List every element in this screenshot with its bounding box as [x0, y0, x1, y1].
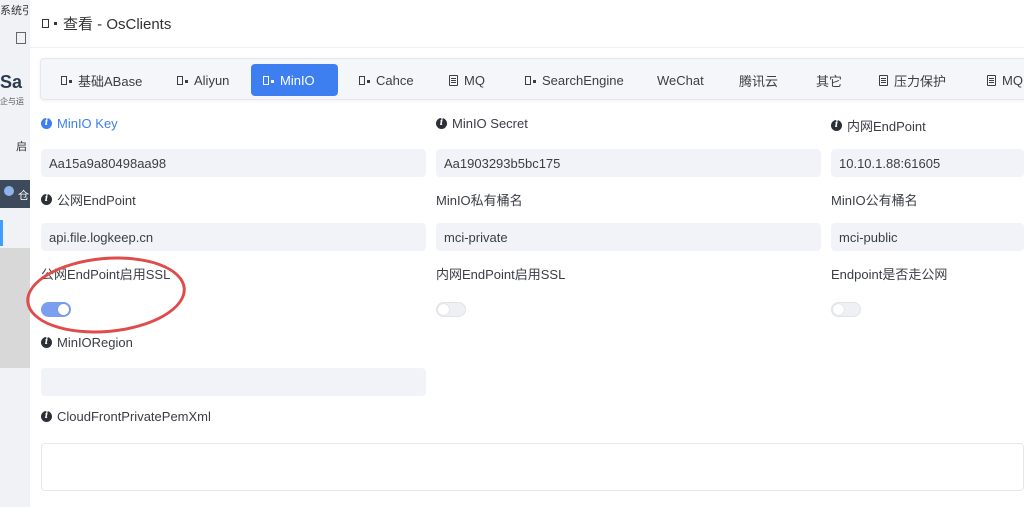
internal-ssl-label: 内网EndPoint启用SSL: [436, 267, 566, 282]
tab-cahce[interactable]: Cahce: [359, 64, 414, 96]
dot-icon: [185, 79, 188, 83]
minio-secret-field[interactable]: Aa1903293b5bc175: [436, 149, 821, 177]
tab-tencent-cloud[interactable]: 腾讯云: [739, 64, 778, 96]
tab-label: SearchEngine: [542, 72, 624, 88]
doc-icon: [61, 75, 67, 85]
cloudfront-pem-textarea[interactable]: [41, 443, 1024, 491]
dialog-title: 查看 - OsClients: [63, 16, 172, 33]
info-icon: i: [41, 118, 52, 129]
doc-icon: [177, 75, 183, 85]
tab-label: 腾讯云: [739, 73, 779, 89]
background-app: 系统引 Sa 企与运 启 仓: [0, 0, 30, 507]
tab-pressure-protection[interactable]: 压力保护: [879, 64, 946, 96]
label-text: CloudFrontPrivatePemXml: [57, 409, 211, 424]
tab-minio[interactable]: MinIO: [251, 64, 338, 96]
tab-label: 基础ABase: [78, 73, 143, 89]
document-icon: [42, 19, 49, 28]
page-icon: [879, 74, 888, 86]
page-icon: [449, 74, 458, 86]
tab-mq[interactable]: MQ: [449, 64, 485, 96]
info-icon: i: [41, 411, 52, 422]
internal-endpoint-label: i 内网EndPoint: [831, 116, 926, 135]
dot-icon: [69, 79, 72, 83]
tab-label: 其它: [816, 73, 843, 89]
dialog-header: 查看 - OsClients: [30, 0, 1024, 48]
background-panel: [0, 248, 30, 368]
tab-label: MQ: [464, 72, 485, 88]
tab-bar: 基础ABase Aliyun MinIO Cahce MQ SearchEngi…: [40, 58, 1024, 100]
tab-other[interactable]: 其它: [816, 64, 842, 96]
view-dialog: 查看 - OsClients 基础ABase Aliyun MinIO Cahc…: [22, 0, 1024, 507]
info-icon: i: [831, 120, 842, 131]
background-logo: Sa: [0, 72, 23, 92]
background-text: 仓: [18, 190, 29, 202]
tab-abase[interactable]: 基础ABase: [61, 64, 142, 96]
tab-mq-2[interactable]: MQ: [987, 64, 1023, 96]
dot-icon: [271, 79, 274, 83]
cloudfront-pem-label: i CloudFrontPrivatePemXml: [41, 409, 211, 424]
label-text: MinIO Secret: [452, 116, 528, 131]
info-icon: i: [436, 118, 447, 129]
public-bucket-field[interactable]: mci-public: [831, 223, 1024, 251]
tab-searchengine[interactable]: SearchEngine: [525, 64, 624, 96]
region-label: i MinIORegion: [41, 335, 133, 350]
info-icon: i: [41, 337, 52, 348]
internal-endpoint-field[interactable]: 10.10.1.88:61605: [831, 149, 1024, 177]
label-text: 内网EndPoint: [847, 119, 926, 134]
endpoint-public-toggle[interactable]: [831, 302, 861, 317]
page-icon: [987, 74, 996, 86]
doc-icon: [263, 75, 269, 85]
private-bucket-field[interactable]: mci-private: [436, 223, 821, 251]
public-endpoint-label: i 公网EndPoint: [41, 190, 136, 209]
doc-icon: [359, 75, 365, 85]
public-endpoint-field[interactable]: api.file.logkeep.cn: [41, 223, 426, 251]
region-field[interactable]: [41, 368, 426, 396]
tab-label: Cahce: [376, 72, 414, 88]
minio-key-label: i MinIO Key: [41, 116, 118, 131]
minio-key-field[interactable]: Aa15a9a80498aa98: [41, 149, 426, 177]
background-doc-icon: [16, 32, 26, 44]
tab-aliyun[interactable]: Aliyun: [177, 64, 229, 96]
doc-icon: [525, 75, 531, 85]
label-text: MinIORegion: [57, 335, 133, 350]
background-menu-icon: [4, 186, 14, 196]
background-active-indicator: [0, 220, 3, 246]
tab-label: MinIO: [280, 72, 315, 88]
endpoint-public-label: Endpoint是否走公网: [831, 267, 948, 282]
minio-secret-label: i MinIO Secret: [436, 116, 528, 131]
background-text: 启: [16, 141, 27, 153]
dot-icon: [533, 79, 536, 83]
tab-label: 压力保护: [894, 73, 947, 89]
label-text: 公网EndPoint: [57, 193, 136, 208]
internal-ssl-toggle[interactable]: [436, 302, 466, 317]
dot-icon: [54, 22, 57, 25]
info-icon: i: [41, 194, 52, 205]
label-text: MinIO Key: [57, 116, 118, 131]
tab-wechat[interactable]: WeChat: [657, 64, 704, 96]
dot-icon: [367, 79, 370, 83]
tab-label: WeChat: [657, 72, 704, 88]
background-logo-subtitle: 企与运: [0, 97, 24, 106]
private-bucket-label: MinIO私有桶名: [436, 193, 523, 208]
background-text: 系统引: [0, 5, 30, 17]
tab-label: MQ: [1002, 72, 1023, 88]
tab-label: Aliyun: [194, 72, 230, 88]
public-bucket-label: MinIO公有桶名: [831, 193, 918, 208]
